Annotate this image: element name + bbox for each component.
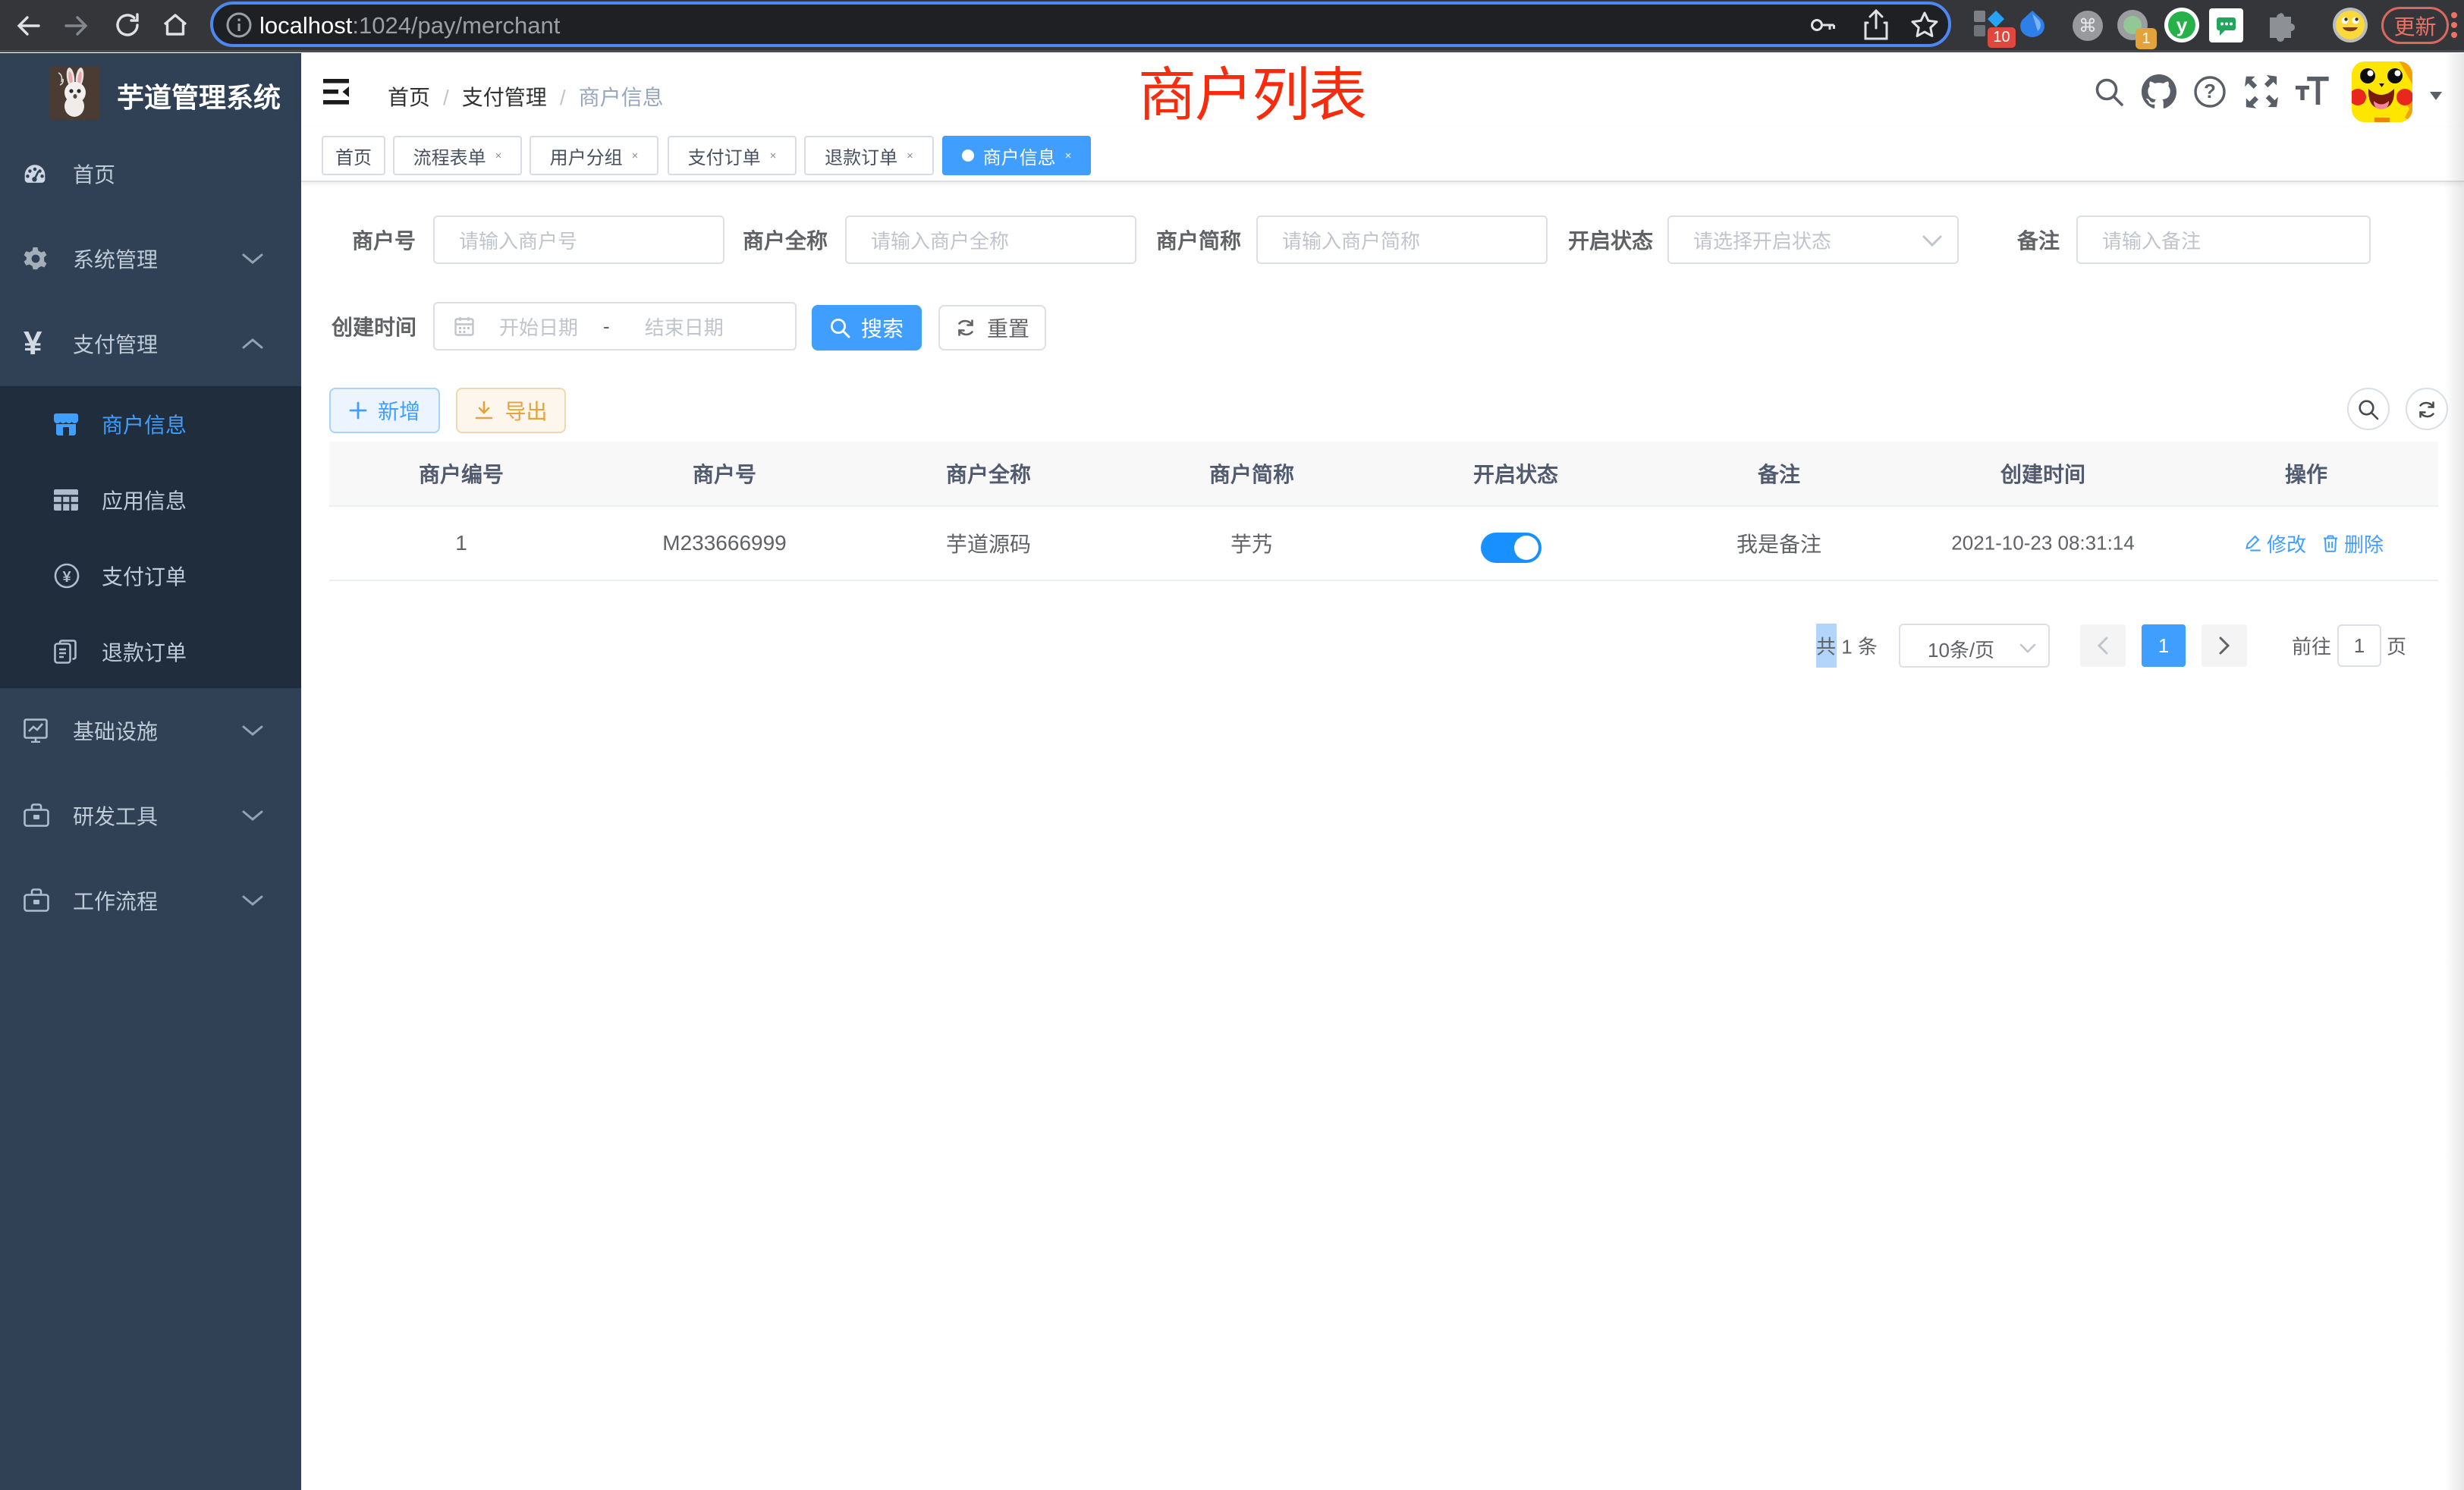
svg-text:⌘: ⌘ [2079,16,2097,36]
svg-text:y: y [2176,14,2188,36]
svg-text:¥: ¥ [62,569,71,586]
svg-text:?: ? [2204,80,2216,102]
